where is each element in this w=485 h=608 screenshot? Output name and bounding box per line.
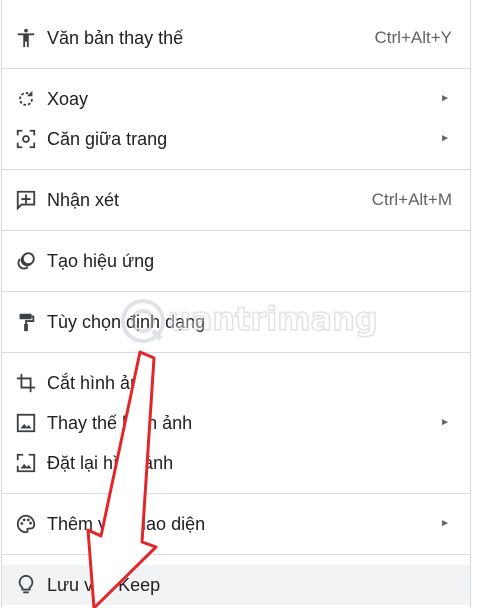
crop-icon [15,372,37,394]
submenu-arrow-icon: ► [440,93,450,104]
center-on-page-icon [15,128,37,150]
menu-item-crop-image[interactable]: Cắt hình ảnh [2,363,470,403]
menu-divider [2,169,470,170]
menu-item-label: Xoay [47,89,89,109]
menu-item-reset-image[interactable]: Đặt lại hình ảnh [2,443,470,483]
menu-item-replace-image[interactable]: Thay thế hình ảnh ► [2,403,470,443]
accessibility-icon [15,27,37,49]
submenu-arrow-icon: ► [440,518,450,529]
menu-item-alt-text[interactable]: Văn bản thay thế Ctrl+Alt+Y [2,18,470,58]
menu-divider [2,291,470,292]
menu-item-label: Căn giữa trang [47,129,168,149]
format-paint-icon [15,311,37,333]
submenu-arrow-icon: ► [440,133,450,144]
menu-item-shortcut: Ctrl+Alt+M [371,190,452,209]
menu-divider [2,68,470,69]
menu-item-save-to-keep[interactable]: Lưu vào Keep [2,565,470,605]
context-menu: Văn bản thay thế Ctrl+Alt+Y Xoay ► Căn g… [1,0,471,608]
menu-item-label: Thêm vào giao diện [47,514,206,534]
menu-divider [2,230,470,231]
menu-item-label: Văn bản thay thế [47,28,184,48]
menu-item-comment[interactable]: Nhận xét Ctrl+Alt+M [2,180,470,220]
reset-image-icon [15,452,37,474]
image-icon [15,412,37,434]
menu-item-shortcut: Ctrl+Alt+Y [374,28,452,47]
submenu-arrow-icon: ► [440,417,450,428]
rotate-icon [15,88,37,110]
palette-icon [15,513,37,535]
menu-item-rotate[interactable]: Xoay ► [2,79,470,119]
menu-divider [2,352,470,353]
keep-bulb-icon [15,574,37,596]
animate-icon [15,250,37,272]
menu-item-label: Tạo hiệu ứng [47,251,155,271]
menu-item-label: Nhận xét [47,190,120,210]
menu-item-format-options[interactable]: Tùy chọn định dạng [2,302,470,342]
menu-item-center-on-page[interactable]: Căn giữa trang ► [2,119,470,159]
menu-item-label: Thay thế hình ảnh [47,413,193,433]
menu-item-label: Tùy chọn định dạng [47,312,206,332]
menu-item-label: Lưu vào Keep [47,575,161,595]
menu-divider [2,493,470,494]
menu-item-label: Cắt hình ảnh [47,373,151,393]
add-comment-icon [15,189,37,211]
menu-item-animate[interactable]: Tạo hiệu ứng [2,241,470,281]
menu-item-label: Đặt lại hình ảnh [47,453,174,473]
menu-item-add-to-theme[interactable]: Thêm vào giao diện ► [2,504,470,544]
menu-divider [2,554,470,555]
